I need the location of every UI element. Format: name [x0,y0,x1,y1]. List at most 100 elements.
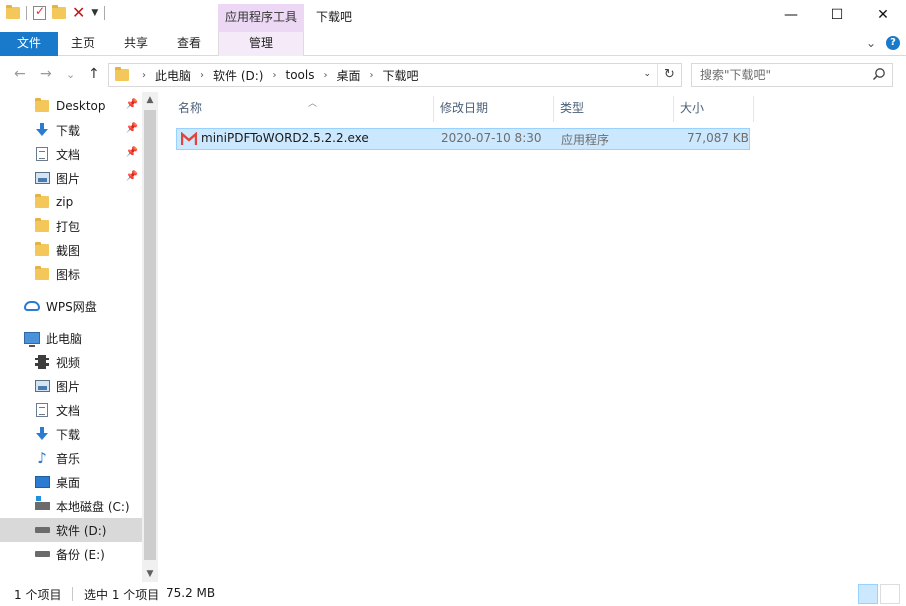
crumb-tools[interactable]: tools [285,68,314,82]
back-button[interactable]: ← [14,66,26,82]
breadcrumb: › 此电脑 › 软件 (D:) › tools › 桌面 › 下载吧 [133,67,419,84]
context-tab-group: 应用程序工具 [218,4,304,32]
computer-icon [24,332,40,344]
column-header-type[interactable]: 类型 [554,96,674,122]
up-button[interactable]: ↑ [88,66,100,82]
nav-item-pictures[interactable]: 图片 📌 [0,166,142,190]
properties-icon[interactable] [33,6,46,20]
recent-locations-button[interactable]: ⌄ [66,68,75,81]
new-folder-icon[interactable] [52,7,66,19]
crumb-drive-d[interactable]: 软件 (D:) [213,67,263,84]
nav-item-label: 截图 [56,242,80,259]
close-button[interactable]: ✕ [860,0,906,30]
maximize-button[interactable]: ☐ [814,0,860,30]
nav-item-label: zip [56,195,73,209]
status-size: 75.2 MB [166,586,215,600]
address-dropdown-icon[interactable]: ⌄ [643,69,651,79]
nav-item-label: 桌面 [56,474,80,491]
nav-item-desktop[interactable]: Desktop 📌 [0,94,142,118]
crumb-this-pc[interactable]: 此电脑 [155,67,191,84]
status-item-count: 1 个项目 [14,586,61,603]
nav-item-label: 文档 [56,146,80,163]
scroll-thumb[interactable] [144,110,156,560]
refresh-button[interactable]: ↻ [657,64,681,86]
pin-icon[interactable]: 📌 [126,171,138,182]
title-bar: ✕ ▼ 应用程序工具 下载吧 — ☐ ✕ [0,0,906,32]
download-icon [36,123,48,137]
scroll-up-icon[interactable]: ▲ [142,92,158,108]
address-bar[interactable]: › 此电脑 › 软件 (D:) › tools › 桌面 › 下载吧 ⌄ ↻ [108,63,682,87]
forward-button[interactable]: → [40,66,52,82]
chevron-right-icon[interactable]: › [369,70,373,81]
nav-item-pc-documents[interactable]: 文档 [0,398,142,422]
crumb-desktop[interactable]: 桌面 [336,67,360,84]
nav-item-drive-e[interactable]: 备份 (E:) [0,542,142,566]
folder-icon [35,268,49,280]
nav-item-label: WPS网盘 [46,298,97,315]
column-header-date[interactable]: 修改日期 [434,96,554,122]
navigation-pane: Desktop 📌 下载 📌 文档 📌 图片 📌 zip 打包 截图 图标 WP… [0,92,158,582]
nav-item-documents[interactable]: 文档 📌 [0,142,142,166]
nav-item-label: 文档 [56,402,80,419]
nav-item-pack[interactable]: 打包 [0,214,142,238]
delete-icon[interactable]: ✕ [72,6,85,20]
pin-icon[interactable]: 📌 [126,147,138,158]
nav-item-music[interactable]: ♪ 音乐 [0,446,142,470]
nav-item-drive-c[interactable]: 本地磁盘 (C:) [0,494,142,518]
file-size: 77,087 KB [687,131,749,145]
cloud-icon [24,301,40,311]
nav-item-label: 打包 [56,218,80,235]
table-row[interactable]: miniPDFToWORD2.5.2.2.exe 2020-07-10 8:30… [176,128,750,150]
toolbar-separator [104,6,105,20]
windows-drive-icon [35,502,50,510]
tab-view[interactable]: 查看 [164,32,214,56]
tab-home[interactable]: 主页 [58,32,108,56]
document-icon [36,403,48,417]
music-icon: ♪ [37,449,47,467]
column-label: 修改日期 [440,101,488,115]
help-icon[interactable]: ? [886,36,900,50]
details-view-button[interactable] [858,584,878,604]
nav-item-pc-desktop[interactable]: 桌面 [0,470,142,494]
tab-manage[interactable]: 管理 [218,32,304,56]
nav-item-downloads[interactable]: 下载 📌 [0,118,142,142]
chevron-right-icon[interactable]: › [323,70,327,81]
crumb-current[interactable]: 下载吧 [382,67,418,84]
nav-scrollbar[interactable]: ▲ ▼ [142,92,158,582]
chevron-right-icon[interactable]: › [272,70,276,81]
nav-item-screenshots[interactable]: 截图 [0,238,142,262]
nav-item-label: 此电脑 [46,330,82,347]
chevron-right-icon[interactable]: › [142,70,146,81]
chevron-right-icon[interactable]: › [200,70,204,81]
nav-item-pc-pictures[interactable]: 图片 [0,374,142,398]
file-list: ︿ 名称 修改日期 类型 大小 miniPDFToWORD2.5.2.2.exe… [162,92,906,582]
search-box[interactable] [691,63,893,87]
nav-item-icons[interactable]: 图标 [0,262,142,286]
pin-icon[interactable]: 📌 [126,123,138,134]
column-header-size[interactable]: 大小 [674,96,754,122]
tab-file[interactable]: 文件 [0,32,58,56]
address-row: ← → ⌄ ↑ › 此电脑 › 软件 (D:) › tools › 桌面 › 下… [0,60,906,90]
nav-item-drive-d[interactable]: 软件 (D:) [0,518,142,542]
column-label: 大小 [680,101,704,115]
nav-item-label: 视频 [56,354,80,371]
large-icons-view-button[interactable] [880,584,900,604]
column-label: 名称 [178,101,202,115]
tab-share[interactable]: 共享 [112,32,160,56]
search-input[interactable] [692,64,862,86]
minimize-button[interactable]: — [768,0,814,30]
ribbon-expand-icon[interactable]: ⌄ [866,36,876,50]
search-icon[interactable] [872,67,886,81]
pin-icon[interactable]: 📌 [126,99,138,110]
column-header-name[interactable]: ︿ 名称 [172,96,434,122]
scroll-down-icon[interactable]: ▼ [142,566,158,582]
app-icon [181,132,197,146]
customize-dropdown-icon[interactable]: ▼ [91,8,98,18]
nav-item-zip[interactable]: zip [0,190,142,214]
nav-item-this-pc[interactable]: 此电脑 [0,326,142,350]
nav-item-wps-cloud[interactable]: WPS网盘 [0,294,142,318]
status-separator [72,587,73,601]
nav-item-pc-downloads[interactable]: 下载 [0,422,142,446]
nav-item-videos[interactable]: 视频 [0,350,142,374]
file-type: 应用程序 [561,131,609,148]
